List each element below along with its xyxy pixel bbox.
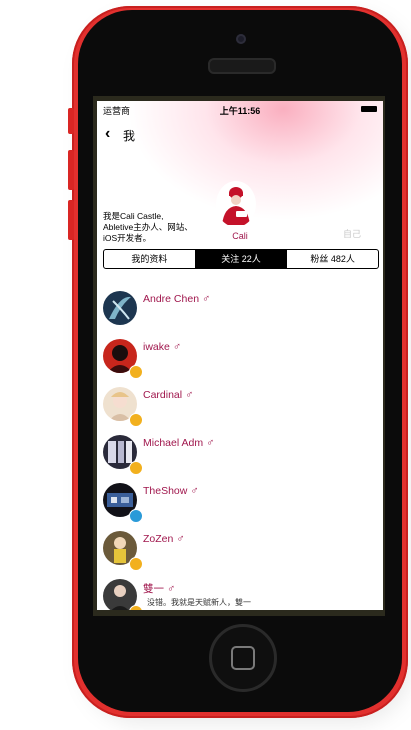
bio-line: Abletive主办人、网站、 — [103, 222, 193, 232]
clock: 上午11:56 — [219, 106, 261, 116]
avatar — [103, 291, 137, 325]
profile-bio: 我是Cali Castle, Abletive主办人、网站、 iOS开发者。 — [103, 211, 203, 244]
male-icon: ♂ — [185, 389, 194, 401]
male-icon: ♂ — [202, 293, 211, 305]
user-name: Michael Adm ♂ — [143, 437, 215, 449]
page-title: 我 — [123, 129, 136, 143]
home-button[interactable] — [209, 624, 277, 692]
battery-icon — [361, 106, 377, 112]
list-item[interactable]: ZoZen ♂ — [103, 527, 383, 575]
list-item[interactable]: iwake ♂ — [103, 335, 383, 383]
front-camera — [236, 34, 246, 44]
user-description: 没错。我就是天赋新人，雙一 — [147, 598, 251, 607]
profile-tabs: 我的资料 关注 22人 粉丝 482人 — [103, 249, 379, 269]
user-name: ZoZen ♂ — [143, 533, 185, 545]
tab-my-profile[interactable]: 我的资料 — [104, 250, 196, 268]
chevron-left-icon[interactable]: ‹ — [105, 126, 110, 142]
user-name: TheShow ♂ — [143, 485, 199, 497]
tab-followers[interactable]: 粉丝 482人 — [287, 250, 378, 268]
male-icon: ♂ — [167, 583, 176, 595]
male-icon: ♂ — [206, 437, 215, 449]
faded-label: 自己 — [343, 229, 362, 239]
user-name: Cardinal ♂ — [143, 389, 194, 401]
list-item[interactable]: 雙一 ♂ 没错。我就是天赋新人，雙一 — [103, 575, 383, 610]
volume-down-button — [68, 200, 74, 240]
bio-line: 我是Cali Castle, — [103, 211, 164, 221]
list-item[interactable]: Cardinal ♂ — [103, 383, 383, 431]
male-icon: ♂ — [190, 485, 199, 497]
mute-switch — [68, 108, 74, 134]
status-bar: 运营商 上午11:56 — [97, 101, 383, 117]
app-screen: 运营商 上午11:56 ‹ 我 我是Cali Castle, Abletive主… — [97, 101, 383, 610]
list-item[interactable]: Andre Chen ♂ — [103, 287, 383, 335]
user-name: 雙一 ♂ — [143, 583, 176, 595]
nav-bar: ‹ 我 — [97, 123, 383, 145]
verified-badge-icon — [129, 461, 143, 475]
verified-badge-icon — [129, 413, 143, 427]
bio-line: iOS开发者。 — [103, 233, 152, 243]
verified-badge-icon — [129, 365, 143, 379]
list-item[interactable]: Michael Adm ♂ — [103, 431, 383, 479]
user-name: Andre Chen ♂ — [143, 293, 211, 305]
earpiece-speaker — [208, 58, 276, 74]
male-icon: ♂ — [176, 533, 185, 545]
male-icon: ♂ — [172, 341, 182, 353]
user-name: iwake ♂ — [143, 341, 182, 353]
tab-following[interactable]: 关注 22人 — [195, 250, 288, 268]
verified-badge-icon — [129, 605, 143, 610]
verified-badge-icon — [129, 557, 143, 571]
profile-username: Cali — [232, 231, 248, 241]
profile-avatar[interactable] — [216, 181, 256, 227]
list-item[interactable]: TheShow ♂ — [103, 479, 383, 527]
verified-badge-icon — [129, 509, 143, 523]
volume-up-button — [68, 150, 74, 190]
